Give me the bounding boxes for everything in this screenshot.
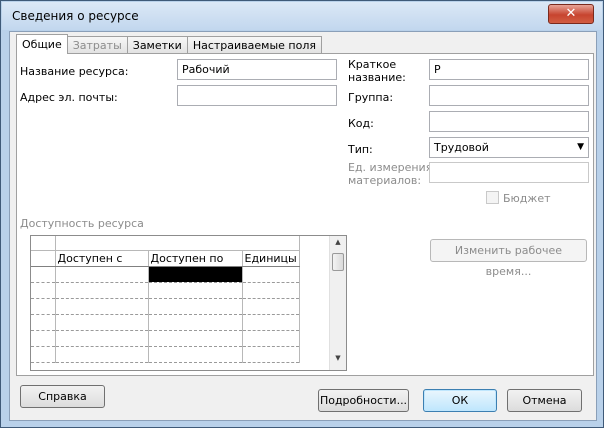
details-button[interactable]: Подробности... [318,389,409,412]
table-row [31,346,300,363]
tab-custom-fields[interactable]: Настраиваемые поля [186,36,322,54]
table-cell[interactable] [242,314,300,331]
material-label-line1: Ед. измерения [348,161,433,174]
table-cell[interactable] [148,346,243,363]
tab-strip: Общие Затраты Заметки Настраиваемые поля [16,34,322,54]
dialog-body: Общие Затраты Заметки Настраиваемые поля… [9,31,597,421]
short-name-label-line2: название: [348,71,406,84]
cancel-button[interactable]: Отмена [507,389,582,412]
availability-section-label: Доступность ресурса [20,217,144,230]
resource-info-dialog: Сведения о ресурсе ✕ Общие Затраты Замет… [0,0,604,428]
table-row [31,282,300,299]
group-field[interactable] [429,85,589,106]
short-name-label-line1: Краткое [348,58,397,71]
row-header[interactable] [31,282,56,299]
table-row [31,330,300,347]
table-cell[interactable] [55,298,149,315]
short-name-field[interactable]: Р [429,59,589,80]
tab-costs[interactable]: Затраты [66,36,128,54]
row-header[interactable] [31,298,56,315]
code-field[interactable] [429,111,589,132]
title-bar: Сведения о ресурсе ✕ [2,2,602,30]
group-label: Группа: [348,91,394,104]
grid-vertical-scrollbar[interactable]: ▲ ▼ [329,236,346,370]
table-cell[interactable] [148,298,243,315]
table-row [31,314,300,331]
table-row [31,266,300,283]
table-cell[interactable] [55,330,149,347]
tab-general[interactable]: Общие [16,34,68,54]
column-header-available-from[interactable]: Доступен с [55,250,149,267]
scrollbar-thumb[interactable] [332,253,344,271]
column-header-available-to[interactable]: Доступен по [148,250,243,267]
email-field[interactable] [177,85,337,106]
close-icon: ✕ [565,6,577,21]
table-cell[interactable] [242,266,300,283]
type-select-value: Трудовой [434,141,489,154]
close-button[interactable]: ✕ [548,4,594,24]
table-cell[interactable] [242,346,300,363]
chevron-down-icon[interactable]: ▼ [577,142,584,152]
table-cell[interactable] [55,346,149,363]
resource-name-label: Название ресурса: [20,65,129,78]
material-label-line2: материалов: [348,174,422,187]
table-cell[interactable] [148,282,243,299]
material-label-field[interactable] [429,162,589,183]
budget-checkbox[interactable] [486,191,499,204]
availability-grid: Доступен с Доступен по Единицы ▲ ▼ [30,235,347,371]
type-select[interactable]: Трудовой ▼ [429,137,589,158]
change-working-time-button[interactable]: Изменить рабочее время... [430,239,587,278]
scroll-up-icon[interactable]: ▲ [330,238,346,252]
table-cell[interactable] [55,314,149,331]
email-label: Адрес эл. почты: [20,91,118,104]
row-header[interactable] [31,314,56,331]
column-header-units[interactable]: Единицы [242,250,300,267]
code-label: Код: [348,117,374,130]
row-header[interactable] [31,330,56,347]
table-cell[interactable] [148,314,243,331]
tab-notes[interactable]: Заметки [126,36,188,54]
table-cell[interactable] [242,282,300,299]
table-cell[interactable] [148,330,243,347]
grid-header-row: Доступен с Доступен по Единицы [31,250,300,267]
row-header[interactable] [31,346,56,363]
ok-button[interactable]: ОК [423,389,497,412]
resource-name-field[interactable]: Рабочий [177,59,337,80]
table-cell[interactable] [242,298,300,315]
table-cell[interactable] [55,282,149,299]
budget-label: Бюджет [503,192,551,205]
table-cell[interactable] [55,266,149,283]
row-header[interactable] [31,266,56,283]
table-row [31,298,300,315]
table-cell[interactable] [242,330,300,347]
type-label: Тип: [348,143,373,156]
scroll-down-icon[interactable]: ▼ [330,354,346,368]
help-button[interactable]: Справка [20,385,105,408]
row-header-corner [31,250,56,267]
table-cell-selected[interactable] [148,266,243,283]
dialog-title: Сведения о ресурсе [12,9,139,23]
availability-table: Доступен с Доступен по Единицы [31,236,300,363]
